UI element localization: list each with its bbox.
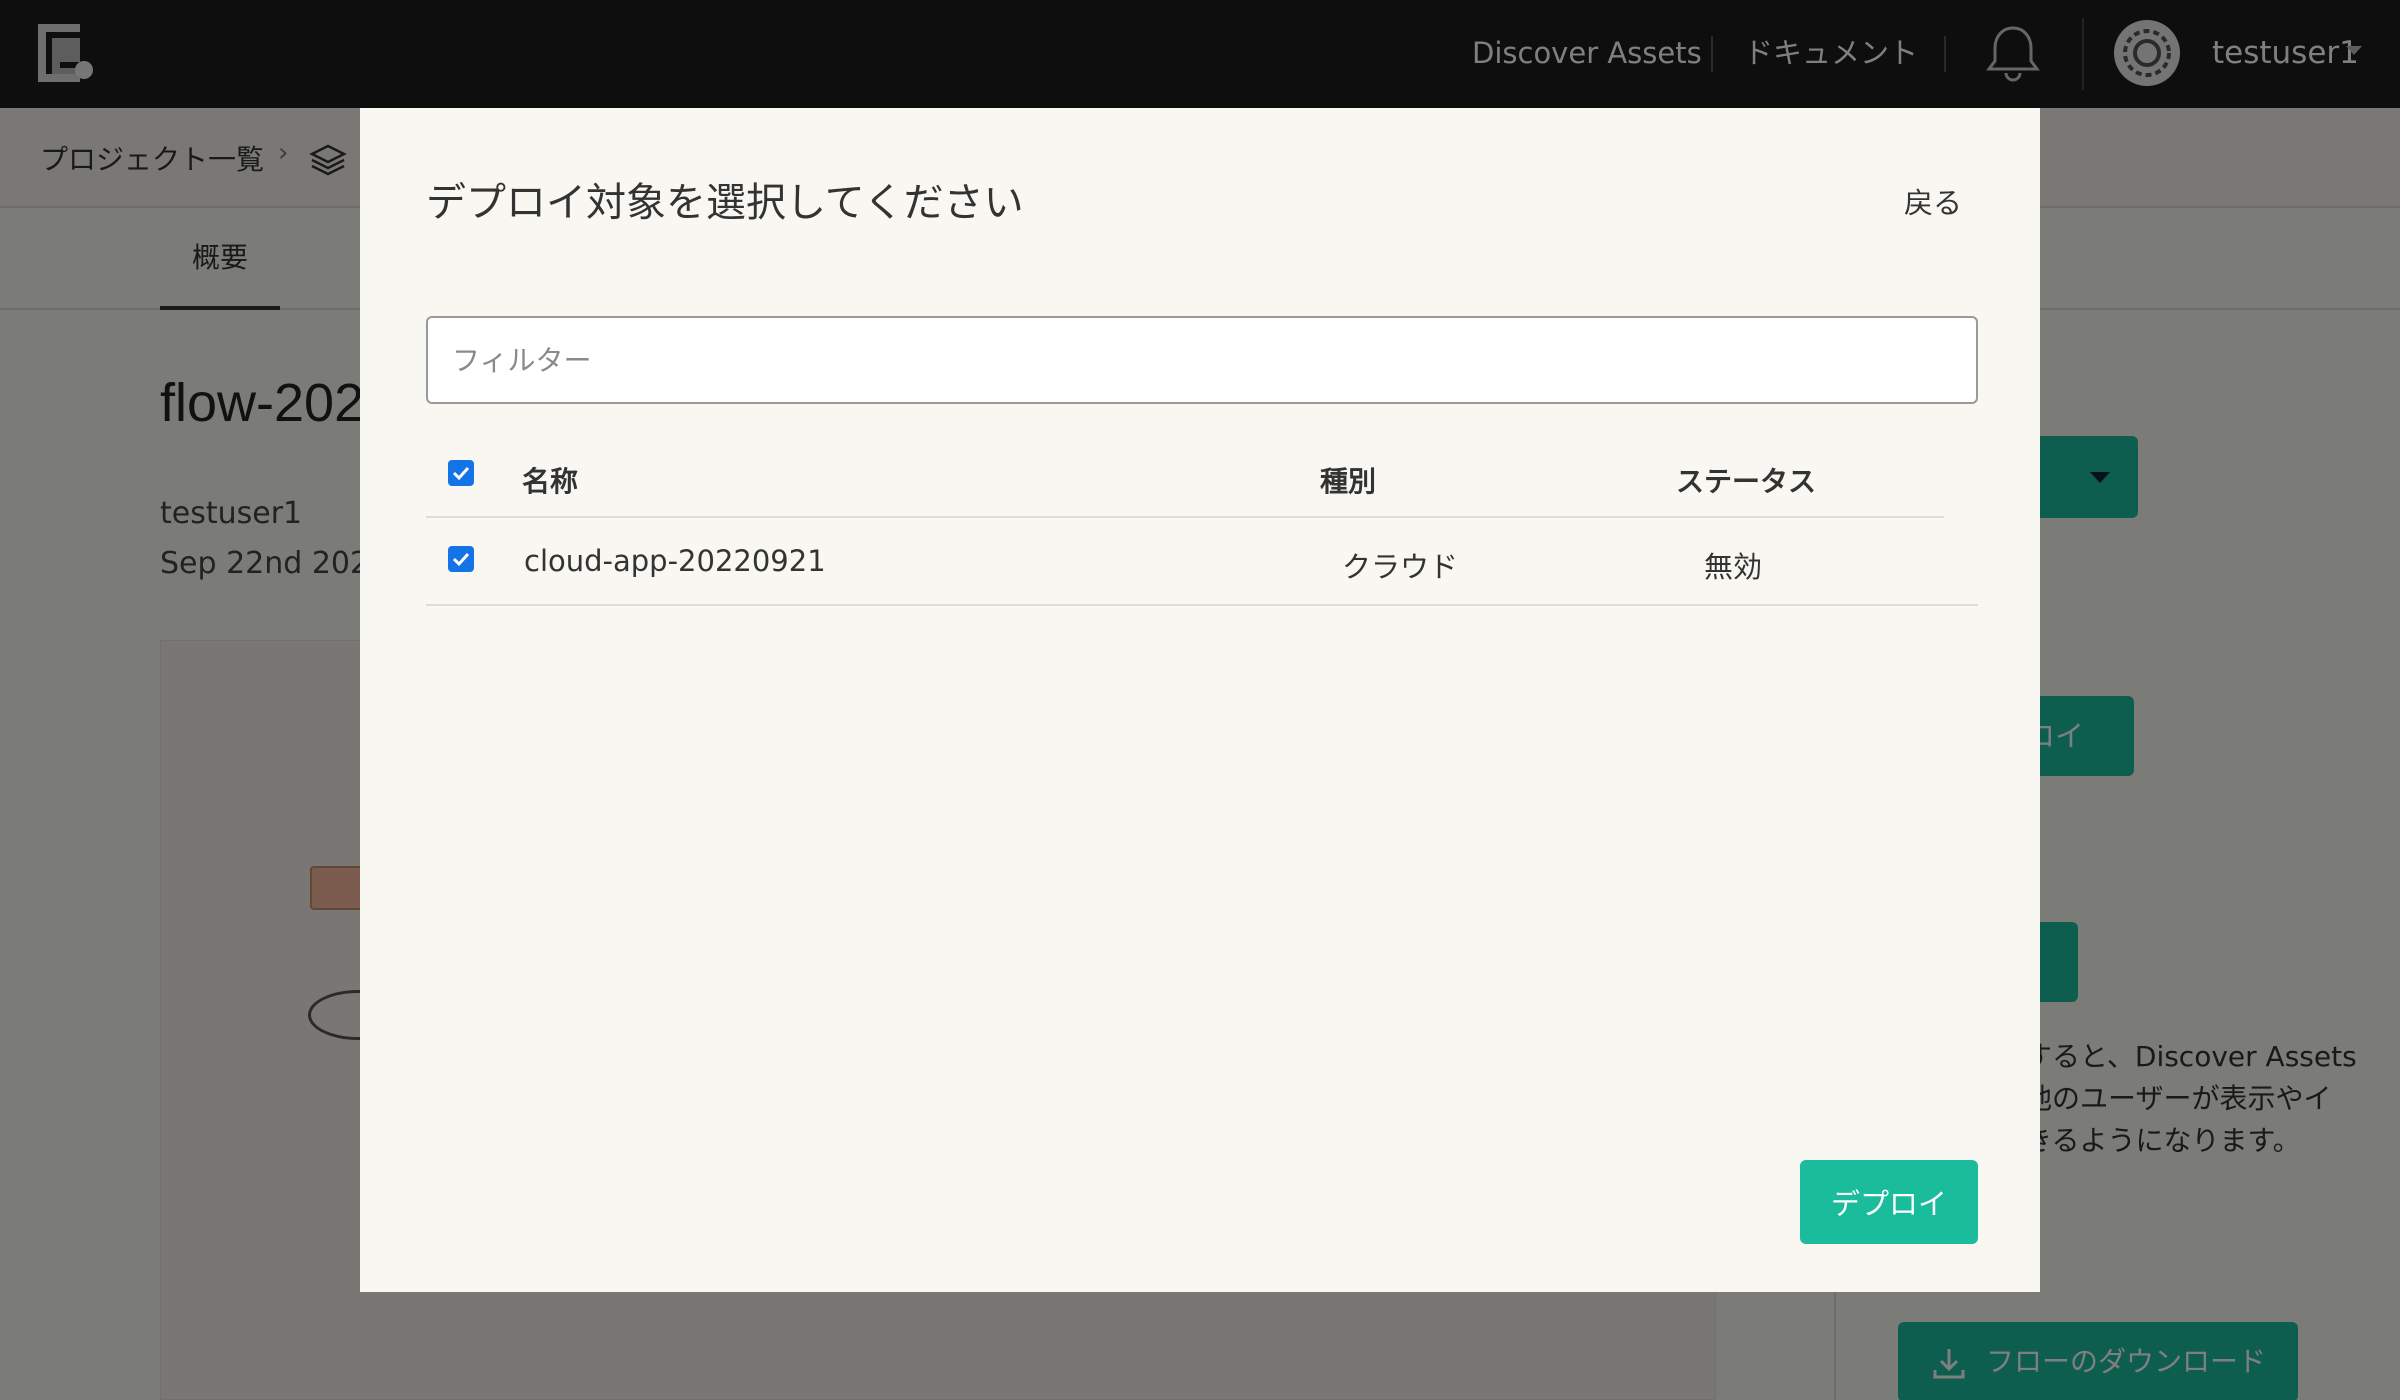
row-checkbox[interactable] xyxy=(448,546,474,572)
table-row[interactable]: cloud-app-20220921 クラウド 無効 xyxy=(426,520,1978,606)
check-icon xyxy=(452,552,470,567)
check-icon xyxy=(452,466,470,481)
deploy-button[interactable]: デプロイ xyxy=(1800,1160,1978,1244)
modal-title: デプロイ対象を選択してください xyxy=(426,180,1024,226)
row-type: クラウド xyxy=(1342,550,1459,584)
row-status: 無効 xyxy=(1704,550,1763,584)
column-header-name[interactable]: 名称 xyxy=(522,460,578,500)
column-header-type[interactable]: 種別 xyxy=(1320,460,1376,500)
row-name: cloud-app-20220921 xyxy=(524,544,826,578)
select-all-checkbox[interactable] xyxy=(448,460,474,486)
column-header-status[interactable]: ステータス xyxy=(1676,460,1816,500)
table-header: 名称 種別 ステータス xyxy=(426,438,1944,518)
deploy-target-modal: デプロイ対象を選択してください 戻る 名称 種別 ステータス cloud-app… xyxy=(360,108,2040,1292)
back-button[interactable]: 戻る xyxy=(1904,180,1962,222)
filter-input[interactable] xyxy=(426,316,1978,404)
